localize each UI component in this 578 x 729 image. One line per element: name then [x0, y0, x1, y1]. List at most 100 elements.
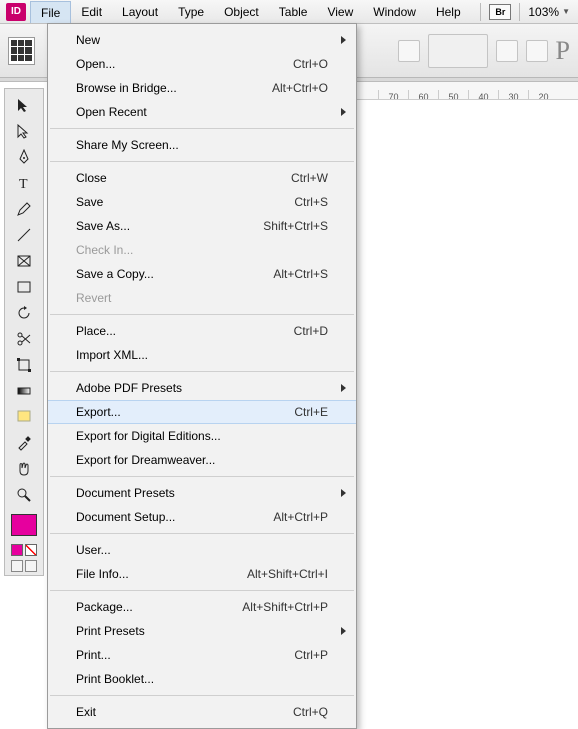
ruler-tick: 50: [438, 90, 468, 100]
pencil-tool-icon[interactable]: [14, 199, 34, 219]
bridge-button[interactable]: Br: [489, 4, 511, 20]
menu-item-open[interactable]: Open...Ctrl+O: [48, 52, 356, 76]
hand-tool-icon[interactable]: [14, 459, 34, 479]
menu-item-exit[interactable]: ExitCtrl+Q: [48, 700, 356, 724]
apply-color-icon[interactable]: [11, 544, 23, 556]
menu-item-document-presets[interactable]: Document Presets: [48, 481, 356, 505]
ruler-tick: 20: [528, 90, 558, 100]
menu-item-import-xml[interactable]: Import XML...: [48, 343, 356, 367]
direct-selection-tool-icon[interactable]: [14, 121, 34, 141]
apply-none-icon[interactable]: [25, 544, 37, 556]
rotate-tool-icon[interactable]: [14, 303, 34, 323]
submenu-arrow-icon: [341, 384, 346, 392]
menu-item-shortcut: Shift+Ctrl+S: [263, 219, 328, 233]
control-icon[interactable]: [398, 40, 420, 62]
line-tool-icon[interactable]: [14, 225, 34, 245]
menu-item-shortcut: Alt+Shift+Ctrl+P: [242, 600, 328, 614]
menu-separator: [50, 314, 354, 315]
menu-item-save-a-copy[interactable]: Save a Copy...Alt+Ctrl+S: [48, 262, 356, 286]
menu-item-label: Browse in Bridge...: [76, 81, 272, 95]
submenu-arrow-icon: [341, 36, 346, 44]
menu-item-shortcut: Ctrl+E: [294, 405, 328, 419]
pen-tool-icon[interactable]: [14, 147, 34, 167]
menu-item-shortcut: Ctrl+P: [294, 648, 328, 662]
paragraph-icon: P: [556, 36, 570, 66]
menu-item-label: Share My Screen...: [76, 138, 328, 152]
menu-item-user[interactable]: User...: [48, 538, 356, 562]
menu-item-close[interactable]: CloseCtrl+W: [48, 166, 356, 190]
menu-item-label: Document Setup...: [76, 510, 273, 524]
menu-item-label: Print Booklet...: [76, 672, 328, 686]
menu-item-print-presets[interactable]: Print Presets: [48, 619, 356, 643]
menu-item-shortcut: Alt+Ctrl+S: [273, 267, 328, 281]
menu-separator: [50, 476, 354, 477]
zoom-level[interactable]: 103% ▼: [528, 5, 570, 19]
menu-item-shortcut: Ctrl+O: [293, 57, 328, 71]
menu-item-document-setup[interactable]: Document Setup...Alt+Ctrl+P: [48, 505, 356, 529]
menu-item-save[interactable]: SaveCtrl+S: [48, 190, 356, 214]
control-widget[interactable]: [428, 34, 488, 68]
menu-item-export-for-digital-editions[interactable]: Export for Digital Editions...: [48, 424, 356, 448]
menu-item-label: File Info...: [76, 567, 247, 581]
submenu-arrow-icon: [341, 627, 346, 635]
menu-item-save-as[interactable]: Save As...Shift+Ctrl+S: [48, 214, 356, 238]
ruler-tick: 40: [468, 90, 498, 100]
menu-item-export-for-dreamweaver[interactable]: Export for Dreamweaver...: [48, 448, 356, 472]
menu-item-label: Check In...: [76, 243, 328, 257]
menu-item-label: New: [76, 33, 328, 47]
menu-item-label: User...: [76, 543, 328, 557]
menu-separator: [50, 161, 354, 162]
menu-item-label: Open...: [76, 57, 293, 71]
menu-table[interactable]: Table: [269, 0, 318, 23]
reference-point-grid[interactable]: [8, 37, 35, 65]
menu-item-browse-in-bridge[interactable]: Browse in Bridge...Alt+Ctrl+O: [48, 76, 356, 100]
menu-item-adobe-pdf-presets[interactable]: Adobe PDF Presets: [48, 376, 356, 400]
indesign-logo: ID: [6, 3, 26, 21]
menu-item-label: Save a Copy...: [76, 267, 273, 281]
menu-help[interactable]: Help: [426, 0, 471, 23]
menu-object[interactable]: Object: [214, 0, 269, 23]
menu-item-label: Close: [76, 171, 291, 185]
zoom-tool-icon[interactable]: [14, 485, 34, 505]
rectangle-frame-tool-icon[interactable]: [14, 251, 34, 271]
menu-view[interactable]: View: [317, 0, 363, 23]
note-tool-icon[interactable]: [14, 407, 34, 427]
control-icon[interactable]: [526, 40, 548, 62]
normal-mode-icon[interactable]: [11, 560, 23, 572]
menu-item-label: Save As...: [76, 219, 263, 233]
menu-item-shortcut: Alt+Shift+Ctrl+I: [247, 567, 328, 581]
zoom-value: 103%: [528, 5, 559, 19]
menu-file[interactable]: File: [30, 1, 71, 23]
type-tool-icon[interactable]: T: [14, 173, 34, 193]
menu-item-shortcut: Ctrl+W: [291, 171, 328, 185]
menu-item-open-recent[interactable]: Open Recent: [48, 100, 356, 124]
menu-separator: [50, 371, 354, 372]
menu-layout[interactable]: Layout: [112, 0, 168, 23]
menu-item-label: Revert: [76, 291, 328, 305]
menu-type[interactable]: Type: [168, 0, 214, 23]
menu-item-print[interactable]: Print...Ctrl+P: [48, 643, 356, 667]
menu-item-label: Import XML...: [76, 348, 328, 362]
scissors-tool-icon[interactable]: [14, 329, 34, 349]
menubar: ID FileEditLayoutTypeObjectTableViewWind…: [0, 0, 578, 24]
menu-item-shortcut: Ctrl+S: [294, 195, 328, 209]
menu-window[interactable]: Window: [363, 0, 426, 23]
menu-item-share-my-screen[interactable]: Share My Screen...: [48, 133, 356, 157]
svg-text:T: T: [19, 177, 28, 191]
fill-stroke-swatch[interactable]: [11, 514, 37, 536]
menu-item-file-info[interactable]: File Info...Alt+Shift+Ctrl+I: [48, 562, 356, 586]
menu-item-place[interactable]: Place...Ctrl+D: [48, 319, 356, 343]
menu-item-print-booklet[interactable]: Print Booklet...: [48, 667, 356, 691]
free-transform-tool-icon[interactable]: [14, 355, 34, 375]
eyedropper-tool-icon[interactable]: [14, 433, 34, 453]
submenu-arrow-icon: [341, 108, 346, 116]
rectangle-tool-icon[interactable]: [14, 277, 34, 297]
gradient-tool-icon[interactable]: [14, 381, 34, 401]
control-icon[interactable]: [496, 40, 518, 62]
preview-mode-icon[interactable]: [25, 560, 37, 572]
selection-tool-icon[interactable]: [14, 95, 34, 115]
menu-item-export[interactable]: Export...Ctrl+E: [48, 400, 356, 424]
menu-item-package[interactable]: Package...Alt+Shift+Ctrl+P: [48, 595, 356, 619]
menu-edit[interactable]: Edit: [71, 0, 112, 23]
menu-item-new[interactable]: New: [48, 28, 356, 52]
